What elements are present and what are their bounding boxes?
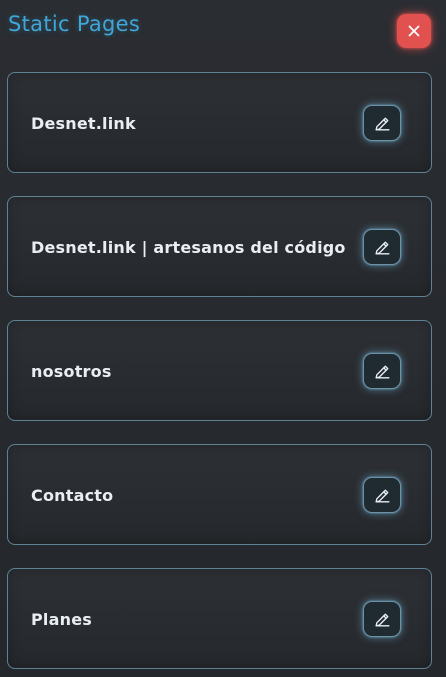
page-title: nosotros: [31, 362, 112, 381]
static-pages-list: Desnet.link Desnet.link | artesanos del …: [7, 72, 432, 677]
pencil-icon: [374, 117, 390, 131]
pencil-icon: [374, 241, 390, 255]
page-card-desnet-link: Desnet.link: [7, 72, 432, 173]
edit-page-button[interactable]: [363, 477, 401, 513]
panel-title: Static Pages: [8, 12, 141, 36]
pencil-icon: [374, 365, 390, 379]
pencil-icon: [374, 489, 390, 503]
page-card-contacto: Contacto: [7, 444, 432, 545]
page-card-desnet-artesanos: Desnet.link | artesanos del código: [7, 196, 432, 297]
edit-page-button[interactable]: [363, 229, 401, 265]
close-icon: [408, 25, 420, 37]
page-title: Desnet.link: [31, 114, 136, 133]
edit-page-button[interactable]: [363, 105, 401, 141]
page-title: Planes: [31, 610, 92, 629]
page-card-nosotros: nosotros: [7, 320, 432, 421]
edit-page-button[interactable]: [363, 353, 401, 389]
panel-header: Static Pages: [0, 0, 446, 58]
page-card-planes: Planes: [7, 568, 432, 669]
close-button[interactable]: [397, 14, 431, 48]
pencil-icon: [374, 613, 390, 627]
edit-page-button[interactable]: [363, 601, 401, 637]
page-title: Desnet.link | artesanos del código: [31, 238, 346, 257]
static-pages-panel: Static Pages Desnet.link Desnet.link | a…: [0, 0, 446, 677]
page-title: Contacto: [31, 486, 114, 505]
